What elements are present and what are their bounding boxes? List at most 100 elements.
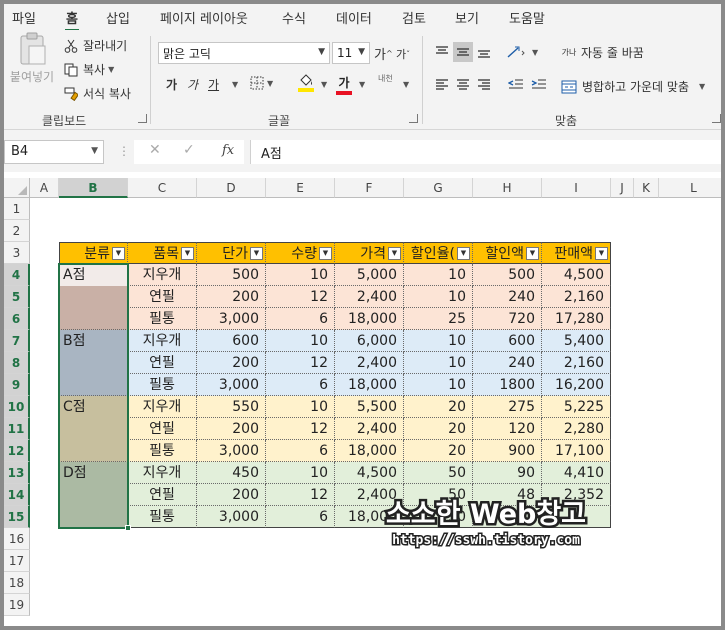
table-cell[interactable]: 240: [473, 352, 542, 374]
middle-align-button[interactable]: [453, 42, 473, 62]
row-header-18[interactable]: 18: [4, 572, 30, 594]
filter-dropdown-icon[interactable]: ▼: [112, 247, 125, 260]
table-cell[interactable]: 200: [197, 484, 266, 506]
table-cell[interactable]: 720: [473, 308, 542, 330]
alignment-launcher-icon[interactable]: [712, 114, 721, 123]
column-header-d[interactable]: D: [197, 178, 266, 198]
table-cell[interactable]: 10: [404, 352, 473, 374]
table-cell[interactable]: 10: [404, 374, 473, 396]
column-header-c[interactable]: C: [128, 178, 197, 198]
table-cell[interactable]: 6: [266, 440, 335, 462]
font-launcher-icon[interactable]: [409, 114, 418, 123]
font-size-select[interactable]: 11 ▼: [332, 42, 370, 64]
table-header-cell[interactable]: 가격 ▼: [335, 242, 404, 264]
table-cell[interactable]: 10: [404, 330, 473, 352]
clipboard-launcher-icon[interactable]: [138, 114, 147, 123]
row-header-4[interactable]: 4: [4, 264, 30, 286]
chevron-down-icon[interactable]: ▼: [403, 80, 409, 89]
table-header-cell[interactable]: 수량 ▼: [266, 242, 335, 264]
chevron-down-icon[interactable]: ▼: [108, 65, 114, 74]
insert-function-button[interactable]: fx: [222, 143, 234, 158]
underline-button[interactable]: 가: [208, 76, 219, 93]
table-header-cell[interactable]: 분류 ▼: [59, 242, 128, 264]
table-cell[interactable]: 2,160: [542, 352, 611, 374]
table-header-cell[interactable]: 판매액 ▼: [542, 242, 611, 264]
column-header-l[interactable]: L: [659, 178, 721, 198]
table-cell[interactable]: 2,280: [542, 418, 611, 440]
table-cell[interactable]: 지우개: [128, 396, 197, 418]
tab-review[interactable]: 검토: [402, 8, 426, 27]
table-cell[interactable]: 12: [266, 286, 335, 308]
row-header-9[interactable]: 9: [4, 374, 30, 396]
row-header-15[interactable]: 15: [4, 506, 30, 528]
table-cell[interactable]: 1800: [473, 374, 542, 396]
column-header-j[interactable]: J: [611, 178, 634, 198]
table-cell[interactable]: 6,000: [335, 330, 404, 352]
table-cell[interactable]: 4,500: [542, 264, 611, 286]
tab-data[interactable]: 데이터: [336, 8, 372, 27]
decrease-indent-button[interactable]: [506, 74, 526, 94]
table-cell[interactable]: 10: [266, 462, 335, 484]
fill-handle[interactable]: [125, 525, 131, 531]
tab-insert[interactable]: 삽입: [106, 8, 130, 27]
table-cell[interactable]: 지우개: [128, 462, 197, 484]
table-cell[interactable]: 3,000: [197, 506, 266, 528]
tab-page-layout[interactable]: 페이지 레이아웃: [160, 8, 248, 27]
table-cell[interactable]: 연필: [128, 484, 197, 506]
table-cell[interactable]: 275: [473, 396, 542, 418]
tab-home[interactable]: 홈: [65, 8, 79, 32]
row-header-17[interactable]: 17: [4, 550, 30, 572]
table-cell[interactable]: 5,225: [542, 396, 611, 418]
grip-dots-icon[interactable]: ⋮: [118, 144, 130, 158]
table-cell[interactable]: 200: [197, 352, 266, 374]
row-header-13[interactable]: 13: [4, 462, 30, 484]
bold-button[interactable]: 가: [166, 76, 177, 93]
table-cell[interactable]: 연필: [128, 418, 197, 440]
table-cell[interactable]: 20: [404, 396, 473, 418]
column-header-f[interactable]: F: [335, 178, 404, 198]
italic-button[interactable]: 가: [187, 76, 198, 93]
filter-dropdown-icon[interactable]: ▼: [595, 247, 608, 260]
table-cell[interactable]: 450: [197, 462, 266, 484]
table-cell[interactable]: 12: [266, 484, 335, 506]
tab-file[interactable]: 파일: [12, 8, 36, 27]
orientation-button[interactable]: [506, 42, 526, 62]
filter-dropdown-icon[interactable]: ▼: [250, 247, 263, 260]
table-cell[interactable]: 20: [404, 418, 473, 440]
name-box[interactable]: B4 ▼: [4, 140, 104, 164]
table-cell[interactable]: 6: [266, 308, 335, 330]
font-name-select[interactable]: 맑은 고딕 ▼: [158, 42, 330, 64]
border-button[interactable]: ▼: [250, 76, 273, 90]
table-header-cell[interactable]: 할인율(▼: [404, 242, 473, 264]
chevron-down-icon[interactable]: ▼: [532, 48, 538, 57]
select-all-corner[interactable]: [4, 178, 30, 198]
chevron-down-icon[interactable]: ▼: [321, 80, 327, 89]
row-header-12[interactable]: 12: [4, 440, 30, 462]
table-cell[interactable]: 필통: [128, 440, 197, 462]
table-cell[interactable]: 18,000: [335, 308, 404, 330]
increase-indent-button[interactable]: [529, 74, 549, 94]
align-right-button[interactable]: [474, 74, 494, 94]
table-cell[interactable]: 10: [266, 330, 335, 352]
table-header-cell[interactable]: 할인액 ▼: [473, 242, 542, 264]
table-cell[interactable]: 600: [197, 330, 266, 352]
table-cell[interactable]: 200: [197, 418, 266, 440]
table-cell[interactable]: 연필: [128, 352, 197, 374]
table-cell[interactable]: 3,000: [197, 374, 266, 396]
column-header-e[interactable]: E: [266, 178, 335, 198]
grow-font-button[interactable]: 가 ^: [374, 44, 393, 63]
table-cell[interactable]: 10: [404, 264, 473, 286]
table-cell[interactable]: 5,500: [335, 396, 404, 418]
table-cell[interactable]: 18,000: [335, 374, 404, 396]
table-cell[interactable]: 240: [473, 286, 542, 308]
row-header-6[interactable]: 6: [4, 308, 30, 330]
tab-view[interactable]: 보기: [455, 8, 479, 27]
filter-dropdown-icon[interactable]: ▼: [319, 247, 332, 260]
table-cell[interactable]: 3,000: [197, 440, 266, 462]
table-header-cell[interactable]: 품목 ▼: [128, 242, 197, 264]
row-header-10[interactable]: 10: [4, 396, 30, 418]
table-cell[interactable]: 10: [266, 396, 335, 418]
fill-color-button[interactable]: [298, 74, 314, 92]
table-cell[interactable]: 필통: [128, 374, 197, 396]
table-cell[interactable]: 12: [266, 418, 335, 440]
